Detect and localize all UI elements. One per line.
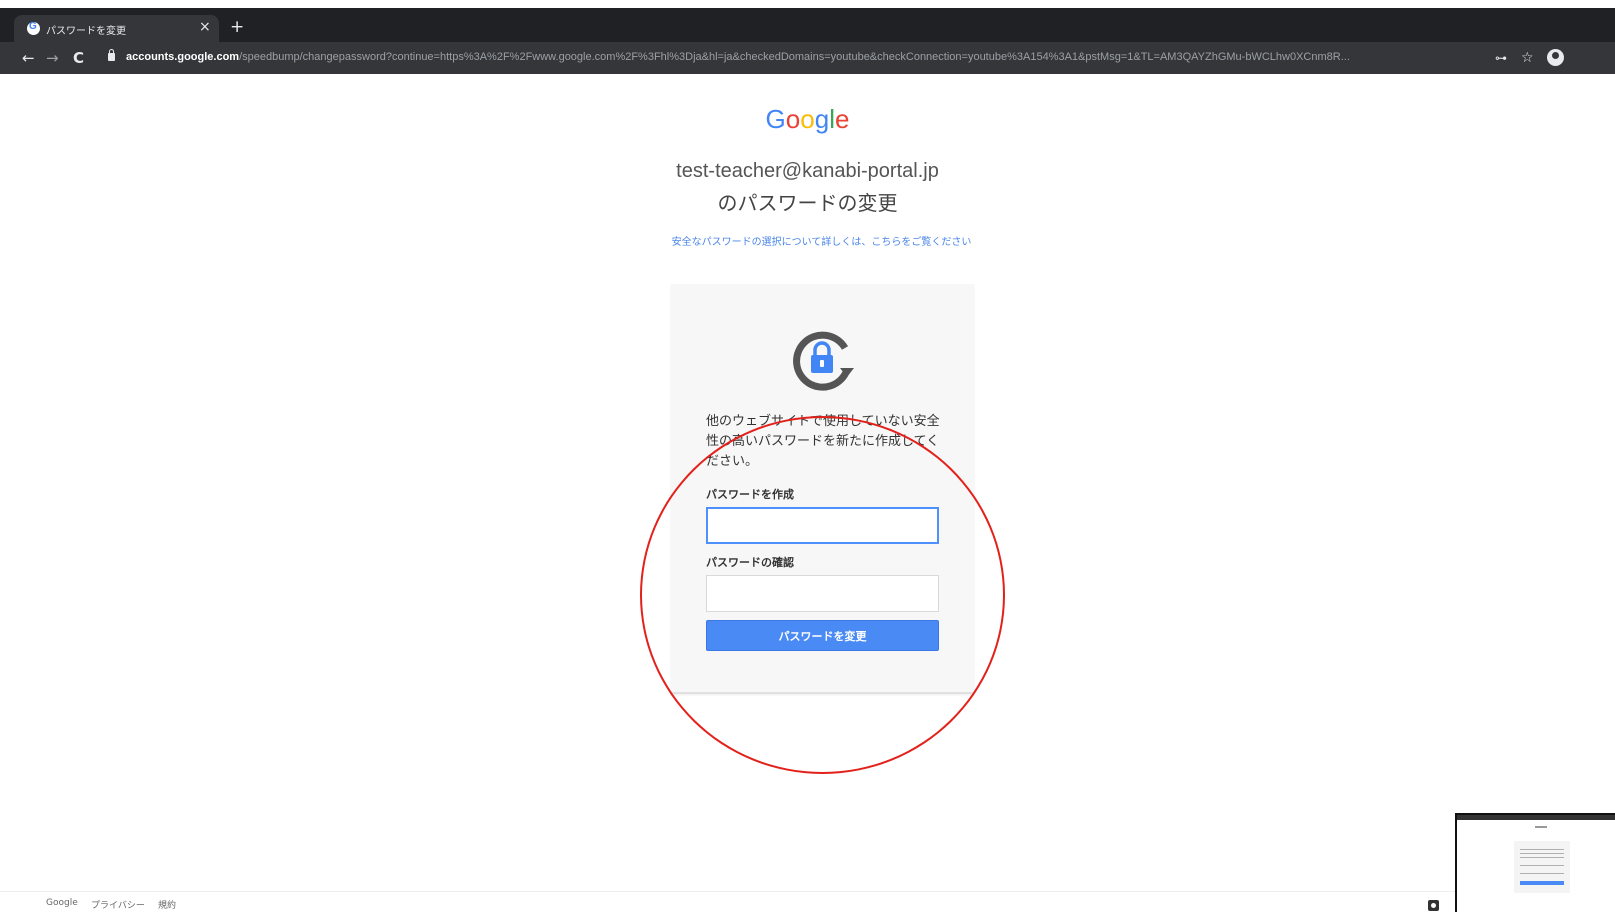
footer: Google プライバシー 規約 bbox=[0, 891, 1615, 912]
new-tab-button[interactable]: + bbox=[230, 17, 244, 37]
create-password-label: パスワードを作成 bbox=[706, 488, 794, 501]
footer-terms-link[interactable]: 規約 bbox=[158, 898, 176, 911]
reload-icon[interactable]: C bbox=[73, 49, 84, 67]
create-password-input[interactable] bbox=[706, 507, 939, 544]
browser-tab[interactable]: パスワードを変更 × bbox=[14, 15, 219, 42]
browser-tab-bar: パスワードを変更 × + bbox=[0, 0, 1615, 42]
thumbnail-toolbar bbox=[1457, 815, 1615, 820]
logo-letter: e bbox=[834, 104, 850, 134]
footer-privacy-link[interactable]: プライバシー bbox=[91, 898, 145, 911]
logo-letter: o bbox=[785, 104, 801, 134]
url-domain: accounts.google.com bbox=[126, 51, 240, 63]
account-email: test-teacher@kanabi-portal.jp bbox=[676, 160, 939, 182]
footer-google-link[interactable]: Google bbox=[46, 898, 78, 908]
password-help-link[interactable]: 安全なパスワードの選択について詳しくは、こちらをご覧ください bbox=[670, 234, 973, 251]
lock-rotate-icon bbox=[793, 331, 854, 391]
confirm-password-input[interactable] bbox=[706, 575, 939, 612]
lock-icon[interactable] bbox=[108, 49, 115, 61]
thumbnail-line bbox=[1520, 857, 1564, 858]
window-top-strip bbox=[0, 0, 1615, 8]
google-logo: Google bbox=[0, 104, 1615, 135]
logo-letter: G bbox=[765, 104, 786, 134]
bookmark-star-icon[interactable]: ☆ bbox=[1521, 49, 1534, 67]
address-bar[interactable]: accounts.google.com/speedbump/changepass… bbox=[98, 46, 1493, 70]
google-favicon-icon bbox=[27, 21, 40, 35]
logo-letter: g bbox=[814, 104, 830, 134]
thumbnail-line bbox=[1520, 873, 1564, 874]
thumbnail-button bbox=[1520, 881, 1564, 885]
screenshot-thumbnail[interactable] bbox=[1455, 813, 1615, 912]
logo-letter: o bbox=[800, 104, 815, 134]
change-password-button[interactable]: パスワードを変更 bbox=[706, 620, 939, 651]
thumbnail-line bbox=[1520, 853, 1564, 854]
profile-avatar-icon[interactable] bbox=[1547, 49, 1564, 66]
url-path: /speedbump/changepassword?continue=https… bbox=[239, 51, 1350, 63]
key-icon[interactable]: ⊶ bbox=[1495, 49, 1507, 67]
thumbnail-line bbox=[1520, 865, 1564, 866]
change-password-card: 他のウェブサイトで使用していない安全性の高いパスワードを新たに作成してください。… bbox=[671, 284, 974, 694]
back-arrow-icon[interactable]: ← bbox=[22, 49, 35, 67]
help-icon[interactable] bbox=[1428, 900, 1439, 911]
confirm-password-label: パスワードの確認 bbox=[706, 556, 794, 569]
thumbnail-card bbox=[1514, 841, 1570, 893]
tab-close-icon[interactable]: × bbox=[199, 19, 211, 35]
instruction-text: 他のウェブサイトで使用していない安全性の高いパスワードを新たに作成してください。 bbox=[706, 414, 940, 469]
page-title: のパスワードの変更 bbox=[717, 191, 898, 215]
thumbnail-logo bbox=[1535, 826, 1547, 828]
forward-arrow-icon[interactable]: → bbox=[46, 49, 59, 67]
tab-title: パスワードを変更 bbox=[46, 26, 126, 37]
thumbnail-line bbox=[1520, 849, 1564, 850]
url-text[interactable]: accounts.google.com/speedbump/changepass… bbox=[126, 51, 1471, 63]
browser-toolbar: ← → C accounts.google.com/speedbump/chan… bbox=[0, 42, 1615, 74]
